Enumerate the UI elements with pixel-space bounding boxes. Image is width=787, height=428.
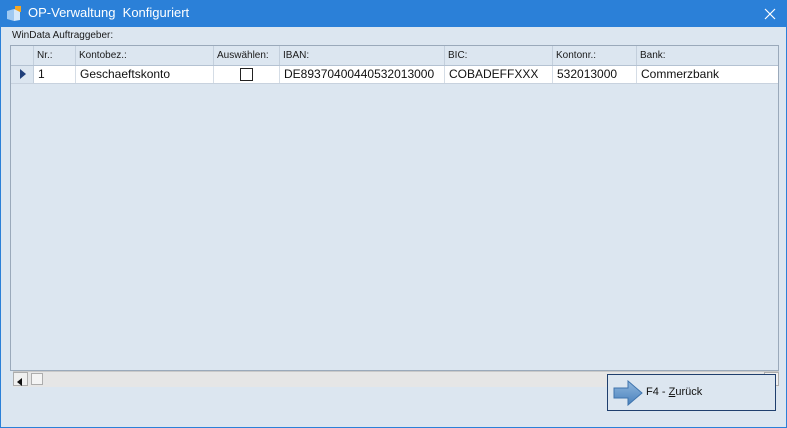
cell-bank[interactable]: Commerzbank <box>637 66 778 83</box>
arrow-right-icon <box>613 379 643 410</box>
scroll-thumb[interactable] <box>31 373 43 385</box>
column-header-kontobez[interactable]: Kontobez.: <box>76 46 214 65</box>
cell-iban[interactable]: DE89370400440532013000 <box>280 66 445 83</box>
column-header-kontonr[interactable]: Kontonr.: <box>553 46 637 65</box>
cell-kontonr[interactable]: 532013000 <box>553 66 637 83</box>
column-header-bank[interactable]: Bank: <box>637 46 778 65</box>
grid-header: Nr.: Kontobez.: Auswählen: IBAN: BIC: Ko… <box>11 46 778 66</box>
select-checkbox[interactable] <box>240 68 253 81</box>
row-pointer-icon <box>20 69 26 79</box>
back-button[interactable]: F4 - Zurück <box>607 374 776 411</box>
window-title: OP-Verwaltung Konfiguriert <box>28 5 190 20</box>
cell-auswaehlen[interactable] <box>214 66 280 83</box>
column-header-nr[interactable]: Nr.: <box>34 46 76 65</box>
dialog-window: OP-Verwaltung Konfiguriert WinData Auftr… <box>0 0 787 428</box>
header-row-selector <box>11 46 34 65</box>
column-header-bic[interactable]: BIC: <box>445 46 553 65</box>
table-row[interactable]: 1 Geschaeftskonto DE89370400440532013000… <box>11 66 778 84</box>
cell-bic[interactable]: COBADEFFXXX <box>445 66 553 83</box>
group-label: WinData Auftraggeber: <box>12 30 114 41</box>
row-selector[interactable] <box>11 66 34 83</box>
cell-kontobez[interactable]: Geschaeftskonto <box>76 66 214 83</box>
close-icon[interactable] <box>752 0 787 27</box>
column-header-iban[interactable]: IBAN: <box>280 46 445 65</box>
cell-nr[interactable]: 1 <box>34 66 76 83</box>
accounts-grid: Nr.: Kontobez.: Auswählen: IBAN: BIC: Ko… <box>10 45 779 387</box>
back-button-label: F4 - Zurück <box>646 386 703 398</box>
title-bar[interactable]: OP-Verwaltung Konfiguriert <box>0 0 787 27</box>
scroll-left-button[interactable] <box>13 372 28 386</box>
arrow-left-icon <box>17 378 22 386</box>
client-area: WinData Auftraggeber: Nr.: Kontobez.: Au… <box>1 27 786 427</box>
app-icon <box>6 5 22 22</box>
column-header-auswaehlen[interactable]: Auswählen: <box>214 46 280 65</box>
